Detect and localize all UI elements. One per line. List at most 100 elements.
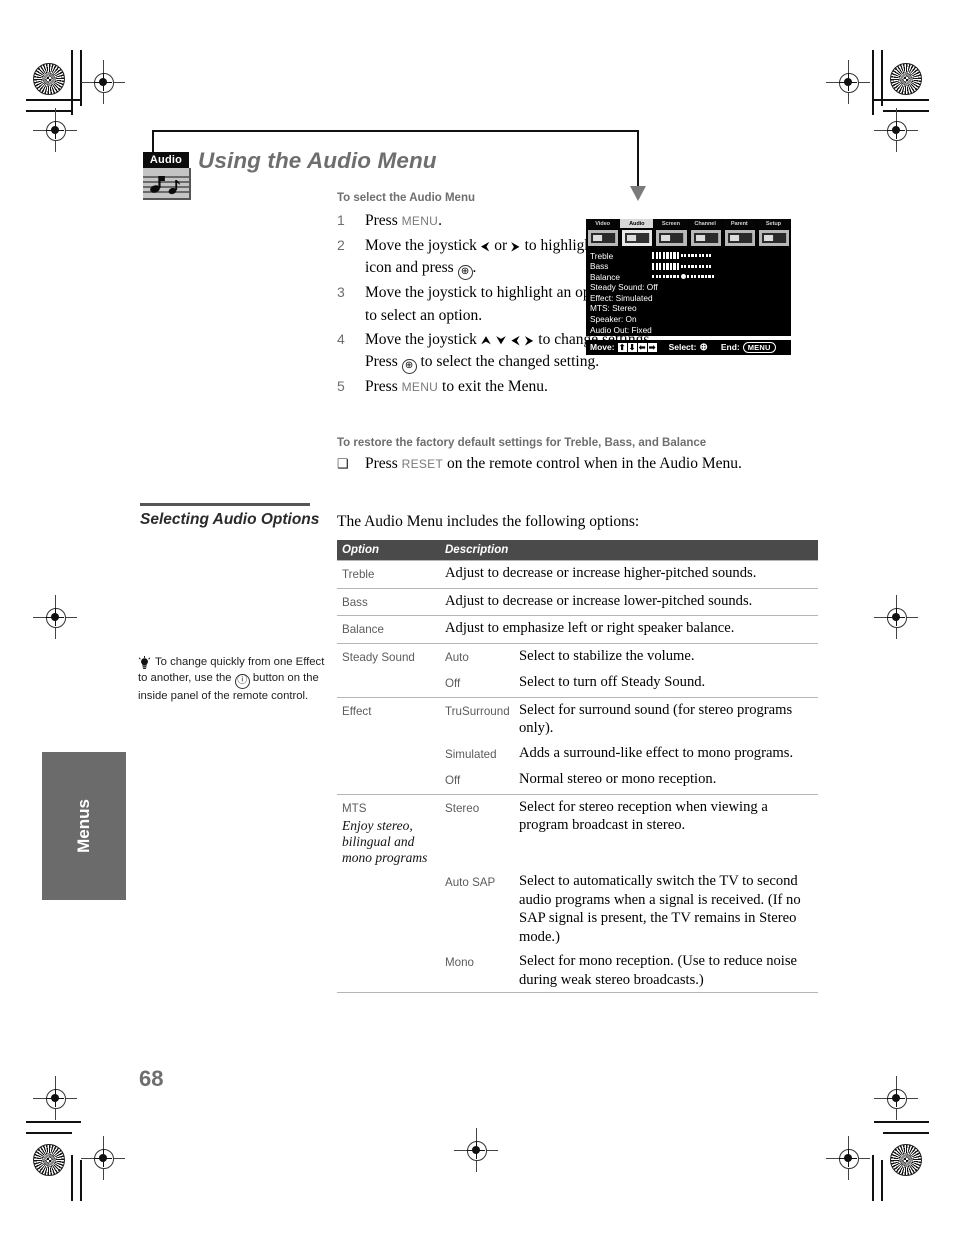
tv-menu-row-label: Steady Sound: Off (590, 282, 658, 293)
cell-sub-option: Auto SAP (445, 876, 496, 889)
direction-arrow-icon: ⬆ (617, 343, 627, 352)
text-run: to exit the Menu. (438, 378, 548, 395)
tv-tab-parent[interactable]: Parent (722, 219, 757, 228)
text-run: Press (365, 455, 402, 472)
tv-menu-row[interactable]: Speaker: On (590, 314, 791, 325)
tv-menu-row[interactable]: Treble (590, 251, 791, 262)
trim-mark (883, 1132, 929, 1134)
step-number: 5 (337, 378, 345, 394)
step-text: Press MENU to exit the Menu. (365, 376, 548, 399)
step-number: 3 (337, 284, 345, 300)
tv-menu-row-label: Balance (590, 271, 620, 282)
table-intro-text: The Audio Menu includes the following op… (337, 513, 640, 530)
tv-onscreen-menu-screenshot: Video Audio Screen Channel Parent Setup Trebl… (586, 219, 792, 355)
page-number: 68 (139, 1066, 164, 1091)
tv-tab-setup[interactable]: Setup (756, 219, 792, 228)
tv-menu-statusbar: Move: ⬆ ⬇ ⬅ ➡ Select: ⊕ End: MENU (586, 339, 791, 355)
trim-mark (872, 1155, 874, 1201)
table-row: Off Normal stereo or mono reception. (337, 767, 818, 794)
tv-menu-row[interactable]: Balance (590, 272, 791, 283)
tv-menu-row-label: Bass (590, 261, 609, 272)
cell-option (337, 767, 440, 794)
tv-tab-audio[interactable]: Audio (620, 219, 655, 228)
cell-sub-option: Auto (440, 642, 514, 670)
setup-icon[interactable] (757, 228, 791, 247)
select-label: Select: (668, 342, 697, 352)
tv-menu-row-label: MTS: Stereo (590, 303, 637, 314)
text-run: Press (365, 378, 402, 395)
cell-sub-option: Off (445, 774, 461, 787)
callout-arrow-icon (630, 186, 646, 201)
trim-mark (71, 1155, 73, 1201)
trim-mark (881, 50, 883, 106)
trim-mark (874, 1121, 929, 1123)
cell-description: Select for surround sound (for stereo pr… (514, 696, 819, 741)
restore-heading: To restore the factory default settings … (337, 437, 707, 449)
direction-arrow-icon: ➡ (647, 343, 657, 352)
tv-menu-level-bar[interactable] (652, 252, 713, 260)
tv-tab-video[interactable]: Video (586, 219, 621, 228)
cell-sub-option: Off (445, 677, 461, 690)
trim-mark (71, 50, 73, 115)
step-number: 4 (337, 330, 345, 347)
cell-option: Effect (337, 696, 440, 741)
tv-menu-row[interactable]: Effect: Simulated (590, 293, 791, 304)
registration-mark (826, 60, 870, 104)
joystick-arrow-icon: ⮞ (511, 238, 521, 253)
color-rosette (33, 1144, 65, 1176)
cell-sub-option: Mono (440, 949, 514, 993)
key-name: RESET (401, 457, 444, 471)
table-row: MTS Enjoy stereo, bilingual and mono prog… (337, 793, 819, 869)
tv-menu-row[interactable]: Steady Sound: Off (590, 282, 791, 293)
tv-menu-row[interactable]: Audio Out: Fixed (590, 325, 791, 336)
section-title: Selecting Audio Options (140, 511, 320, 528)
channel-icon[interactable] (689, 228, 722, 247)
tv-menu-options-panel: Treble Bass Balance Steady Sound: Off Effect… (586, 247, 791, 336)
cell-option: Treble (337, 560, 440, 588)
text-run: Move the joystick (365, 236, 481, 254)
trim-mark (26, 1132, 72, 1134)
cell-option (337, 741, 440, 768)
tv-menu-row[interactable]: Bass (590, 261, 791, 272)
table-row: Steady Sound Auto Select to stabilize the … (337, 642, 819, 670)
step-number: 1 (337, 212, 345, 228)
text-run: Press (365, 212, 402, 229)
tv-menu-level-bar[interactable] (652, 262, 713, 270)
procedure-step: 5 Press MENU to exit the Menu. (337, 376, 677, 399)
direction-arrow-icon: ⬅ (637, 343, 647, 352)
step-text: Press MENU. (365, 210, 442, 233)
cell-description: Select to stabilize the volume. (514, 642, 819, 670)
cell-description: Adjust to decrease or increase lower-pit… (440, 587, 819, 616)
registration-mark (874, 1076, 918, 1120)
screen-grid-icon[interactable] (655, 228, 688, 247)
cell-option: Balance (337, 615, 440, 643)
move-label: Move: (590, 342, 615, 352)
sidebar-chapter-tab: Menus (42, 752, 126, 900)
text-run: . (438, 212, 443, 229)
cell-sub-option: Simulated (445, 747, 497, 761)
trim-mark (881, 1160, 883, 1201)
trim-mark (872, 50, 874, 115)
table-row: Bass Adjust to decrease or increase lower… (337, 587, 819, 616)
cell-description: Select for stereo reception when viewing… (514, 793, 819, 869)
direction-arrow-icon: ⬇ (627, 343, 637, 352)
color-rosette (890, 1144, 922, 1176)
table-row: Treble Adjust to decrease or increase hig… (337, 560, 819, 588)
cell-description: Normal stereo or mono reception. (519, 771, 717, 787)
text-run: . (472, 259, 477, 276)
joystick-arrow-icon: ⮜ (480, 238, 491, 253)
center-button-icon: ⊕ (401, 359, 417, 374)
move-arrow-icons: ⬆ ⬇ ⬅ ➡ (617, 342, 658, 352)
tv-tab-screen[interactable]: Screen (654, 219, 689, 228)
tv-menu-row[interactable]: MTS: Stereo (590, 303, 791, 314)
table-row: Balance Adjust to emphasize left or right… (337, 615, 819, 643)
table-row: Auto SAP Select to automatically switch t… (337, 869, 818, 949)
joystick-arrow-icon: ⮝ ⮟ ⮜ ⮞ (480, 332, 535, 347)
color-rosette (890, 63, 922, 95)
select-glyph-icon: ⊕ (699, 341, 708, 353)
tv-menu-level-bar[interactable] (652, 273, 716, 280)
video-icon[interactable] (587, 228, 620, 247)
tv-tab-channel[interactable]: Channel (688, 219, 723, 228)
audio-notes-icon[interactable] (621, 228, 654, 247)
parent-icon[interactable] (723, 228, 756, 247)
